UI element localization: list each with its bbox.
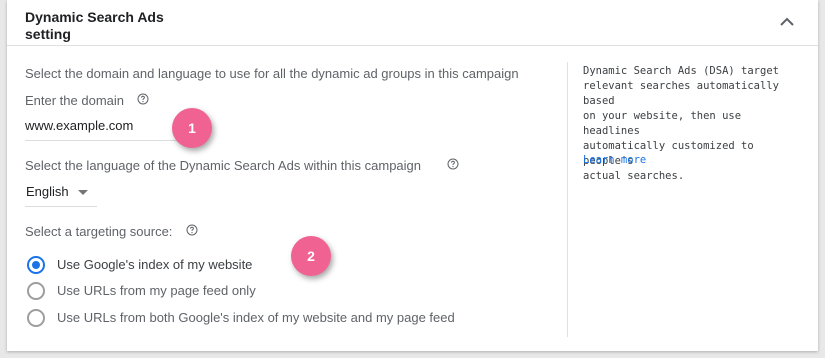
radio-button[interactable] bbox=[27, 282, 45, 300]
chevron-up-icon[interactable] bbox=[779, 16, 795, 28]
dsa-settings-card: Dynamic Search Ads setting Select the do… bbox=[7, 0, 818, 351]
help-circle-icon[interactable] bbox=[447, 158, 459, 170]
annotation-badge-2: 2 bbox=[291, 236, 331, 276]
radio-button-checked[interactable] bbox=[27, 256, 45, 274]
radio-button[interactable] bbox=[27, 309, 45, 327]
language-selected-value: English bbox=[26, 184, 69, 199]
radio-label: Use URLs from my page feed only bbox=[57, 283, 256, 298]
annotation-badge-1: 1 bbox=[172, 108, 212, 148]
card-title: Dynamic Search Ads setting bbox=[25, 9, 225, 43]
card-title-line2: setting bbox=[25, 26, 71, 42]
column-divider bbox=[567, 62, 568, 337]
learn-more-link[interactable]: Learn more bbox=[583, 154, 646, 166]
card-header[interactable]: Dynamic Search Ads setting bbox=[7, 0, 818, 46]
dsa-description: Dynamic Search Ads (DSA) target relevant… bbox=[583, 65, 779, 182]
targeting-label: Select a targeting source: bbox=[25, 224, 173, 239]
domain-intro-text: Select the domain and language to use fo… bbox=[25, 66, 519, 81]
radio-label: Use Google's index of my website bbox=[57, 257, 253, 272]
card-title-line1: Dynamic Search Ads bbox=[25, 9, 164, 25]
language-select[interactable]: English bbox=[25, 181, 97, 207]
domain-label: Enter the domain bbox=[25, 93, 125, 108]
dropdown-caret-icon bbox=[78, 190, 88, 195]
language-label: Select the language of the Dynamic Searc… bbox=[25, 158, 422, 173]
help-circle-icon[interactable] bbox=[186, 224, 198, 236]
radio-label: Use URLs from both Google's index of my … bbox=[57, 310, 455, 325]
domain-input[interactable] bbox=[25, 113, 195, 137]
help-circle-icon[interactable] bbox=[137, 93, 149, 105]
